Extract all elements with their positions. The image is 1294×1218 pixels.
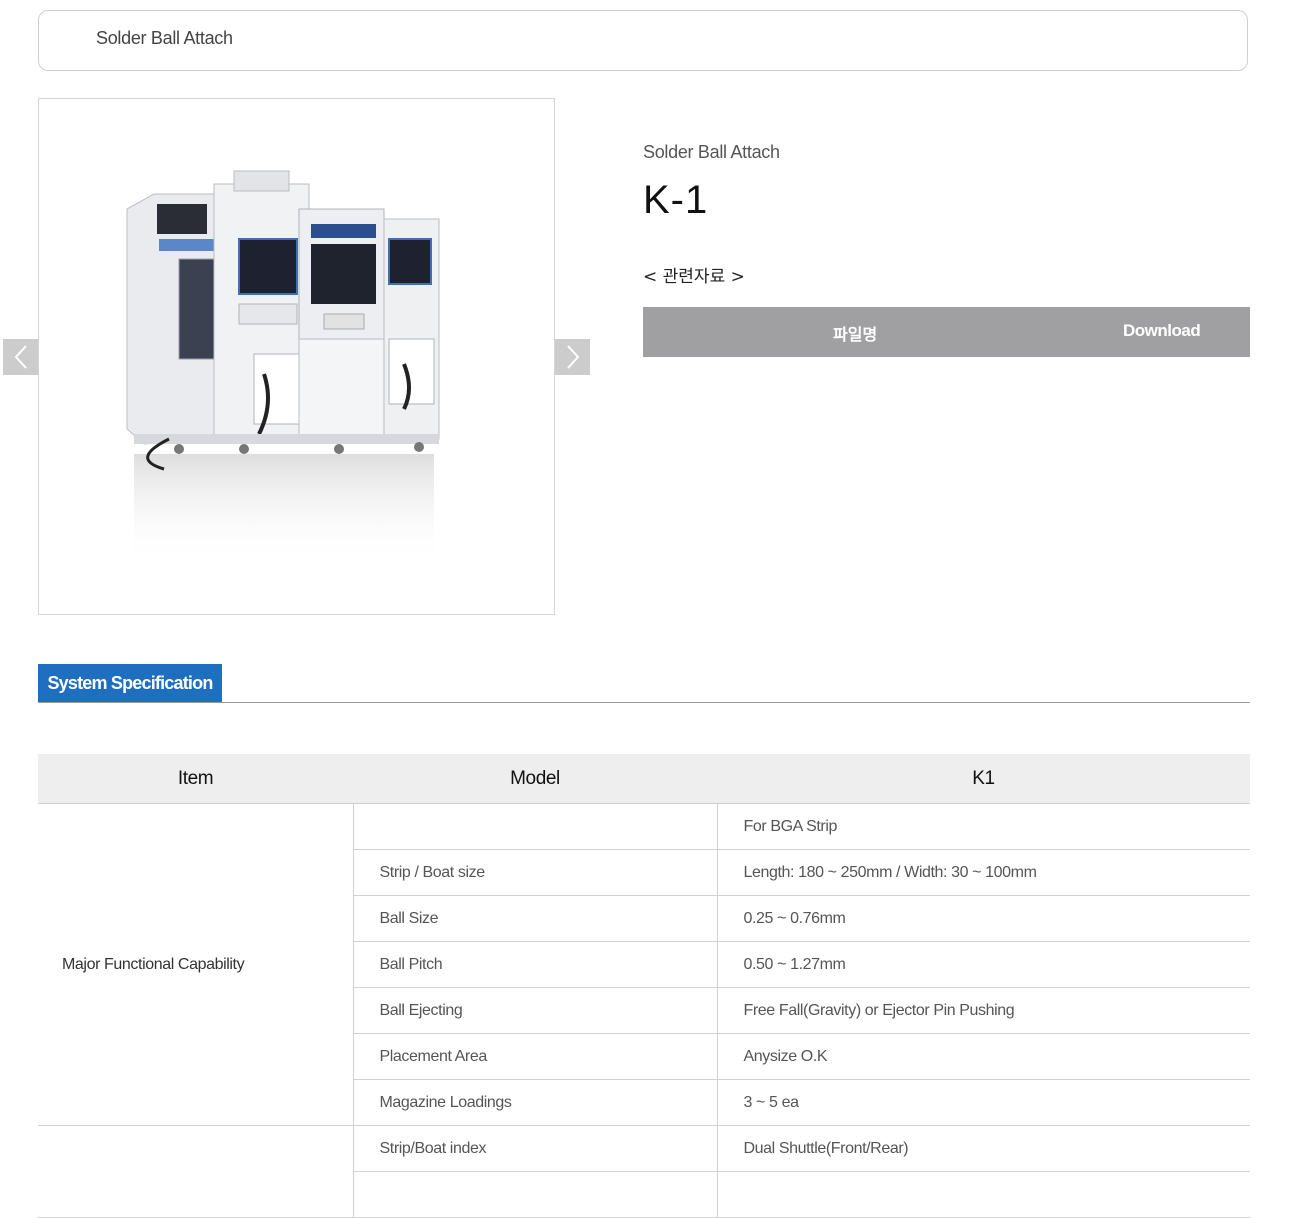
row-label: Ball Ejecting (353, 987, 718, 1034)
header-item: Item (38, 754, 353, 804)
header-value: K1 (717, 754, 1250, 804)
tab-system-specification[interactable]: System Specification (38, 664, 222, 702)
file-list-header: 파일명 Download (643, 307, 1250, 357)
row-value: Dual Shuttle(Front/Rear) (717, 1125, 1250, 1172)
row-value (717, 1171, 1250, 1218)
related-materials-label: < 관련자료 > (643, 267, 745, 287)
group-item-cell: Major Functional Capability (38, 803, 354, 1126)
product-image (38, 98, 555, 615)
machine-illustration (126, 170, 440, 564)
row-label (353, 1171, 718, 1218)
row-label: Magazine Loadings (353, 1079, 718, 1126)
row-value: 0.50 ~ 1.27mm (717, 941, 1250, 988)
table-row: Major Functional Capability For BGA Stri… (38, 803, 1250, 1126)
next-slide-button[interactable] (555, 339, 590, 375)
breadcrumb: Solder Ball Attach (38, 10, 1248, 71)
download-header: Download (1123, 321, 1201, 340)
table-row: Strip/Boat index Dual Shuttle(Front/Rear… (38, 1125, 1250, 1218)
prev-slide-button[interactable] (3, 339, 38, 375)
row-label: Strip / Boat size (353, 849, 718, 896)
row-label: Ball Pitch (353, 941, 718, 988)
header-model: Model (353, 754, 717, 804)
product-category: Solder Ball Attach (643, 142, 780, 162)
group-item-cell (38, 1125, 354, 1218)
breadcrumb-label: Solder Ball Attach (96, 28, 233, 48)
divider (38, 702, 1250, 703)
row-label: Placement Area (353, 1033, 718, 1080)
spec-table: Item Model K1 Major Functional Capabilit… (38, 754, 1250, 1218)
row-label: Ball Size (353, 895, 718, 942)
chevron-left-icon (14, 345, 27, 369)
row-value: Free Fall(Gravity) or Ejector Pin Pushin… (717, 987, 1250, 1034)
row-value: Anysize O.K (717, 1033, 1250, 1080)
row-value: 3 ~ 5 ea (717, 1079, 1250, 1126)
chevron-right-icon (566, 345, 579, 369)
row-label: Strip/Boat index (353, 1125, 718, 1172)
filename-header: 파일명 (833, 325, 878, 344)
table-header-row: Item Model K1 (38, 754, 1250, 804)
row-value: 0.25 ~ 0.76mm (717, 895, 1250, 942)
row-value: For BGA Strip (717, 803, 1250, 850)
row-label (353, 803, 718, 850)
product-title: K-1 (643, 178, 709, 222)
row-value: Length: 180 ~ 250mm / Width: 30 ~ 100mm (717, 849, 1250, 896)
